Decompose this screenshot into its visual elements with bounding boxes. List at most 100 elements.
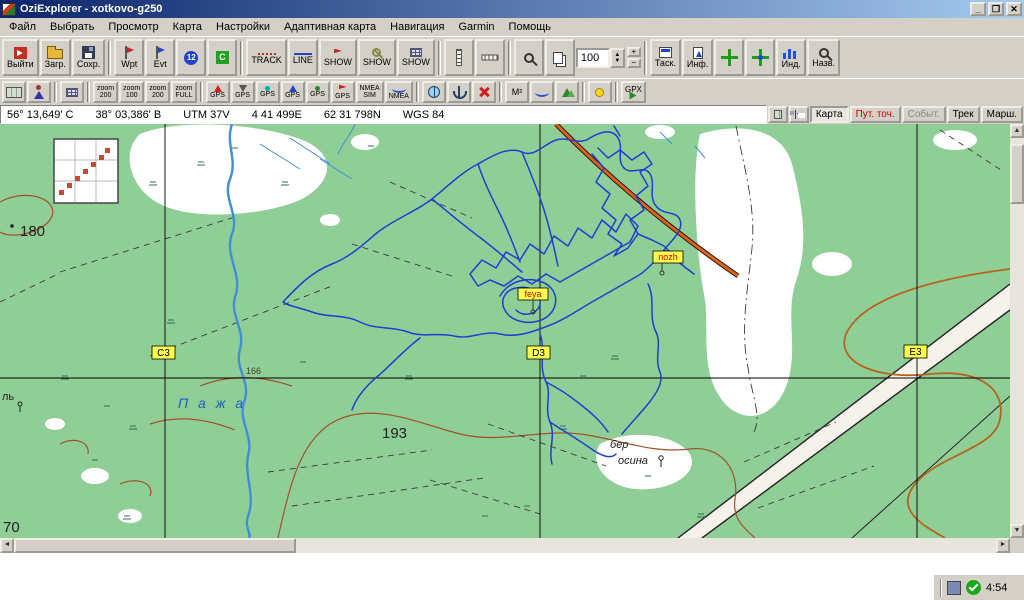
map-tab-button[interactable]: Карта	[810, 106, 849, 123]
comment-button[interactable]: C	[207, 39, 237, 76]
show-waypoints-button[interactable]: SHOW	[319, 39, 357, 76]
tray-app-icon[interactable]	[947, 581, 961, 595]
separator	[87, 82, 90, 102]
zoom-spinner[interactable]: ▲ ▼	[610, 48, 625, 68]
magnify-button[interactable]	[514, 39, 544, 76]
name-search-icon	[819, 48, 829, 58]
waypoint-numbers-button[interactable]: 12	[176, 39, 206, 76]
zoom-200b-button[interactable]: zoom200	[145, 81, 170, 103]
stop-button[interactable]	[472, 81, 496, 103]
map-view[interactable]: C3 D3 E3 feya nozh	[0, 124, 1010, 538]
menu-item-view[interactable]: Просмотр	[101, 19, 165, 35]
save-button[interactable]: Сохр.	[72, 39, 105, 76]
events-tab-button[interactable]: Событ.	[902, 106, 946, 123]
vertical-scrollbar[interactable]: ▲ ▼	[1010, 124, 1024, 538]
floppy-icon	[795, 110, 796, 119]
anchor-button[interactable]	[447, 81, 471, 103]
close-button[interactable]: ✕	[1006, 2, 1022, 16]
info-button[interactable]: Инф.	[682, 39, 713, 76]
horizontal-scroll-track[interactable]	[296, 538, 996, 553]
wave-icon	[535, 88, 549, 97]
position-button[interactable]	[27, 81, 51, 103]
profile-button[interactable]	[530, 81, 554, 103]
track-control-button[interactable]: TRACK	[246, 39, 287, 76]
names-button[interactable]: Назв.	[807, 39, 840, 76]
menu-item-settings[interactable]: Настройки	[209, 19, 277, 35]
nmea-button[interactable]: NMEA	[385, 81, 413, 103]
zoom-out-button[interactable]: −	[627, 58, 641, 68]
overview-inset[interactable]	[54, 139, 118, 203]
map-view-button[interactable]	[2, 81, 26, 103]
horizontal-scrollbar[interactable]: ◄ ►	[0, 538, 1010, 553]
scroll-left-button[interactable]: ◄	[0, 538, 14, 553]
nmea-sim-button[interactable]: NMEASIM	[356, 81, 384, 103]
antivirus-check-icon[interactable]	[966, 580, 981, 595]
pan-center-button[interactable]	[745, 39, 775, 76]
zoom-full-button[interactable]: zoomFULL	[171, 81, 196, 103]
waypoint-label: nozh	[658, 252, 678, 262]
gps-track-button[interactable]: GPS	[256, 81, 280, 103]
calculator-button[interactable]	[60, 81, 84, 103]
waypoints-tab-button[interactable]: Пут. точ.	[850, 106, 901, 123]
show-flag-icon	[334, 49, 342, 57]
load-button[interactable]: Загр.	[40, 39, 71, 76]
coordinate-bar: 56° 13,649' С 38° 03,386' В UTM 37V 4 41…	[0, 105, 1024, 124]
tracks-tab-button[interactable]: Трек	[947, 106, 980, 123]
globe-button[interactable]	[422, 81, 446, 103]
minimize-button[interactable]: _	[970, 2, 986, 16]
small-flag-icon	[339, 85, 347, 93]
menu-item-file[interactable]: Файл	[2, 19, 43, 35]
menu-item-garmin[interactable]: Garmin	[451, 19, 501, 35]
menu-item-map[interactable]: Карта	[166, 19, 209, 35]
horizontal-scroll-thumb[interactable]	[14, 538, 296, 553]
app-icon[interactable]	[2, 3, 16, 16]
exit-icon	[14, 47, 27, 59]
menu-item-help[interactable]: Помощь	[502, 19, 559, 35]
gps-route-button[interactable]: GPS	[281, 81, 305, 103]
scroll-down-button[interactable]: ▼	[1010, 524, 1024, 538]
show-names-button[interactable]: SHOW	[358, 39, 396, 76]
ruler-horizontal-button[interactable]	[475, 39, 505, 76]
map-list-icon-button[interactable]	[768, 106, 788, 123]
routes-tab-button[interactable]: Марш.	[981, 106, 1023, 123]
grid-label-c3: C3	[157, 348, 170, 359]
area-measure-button[interactable]: M²	[505, 81, 529, 103]
hint-button[interactable]	[588, 81, 612, 103]
scroll-up-button[interactable]: ▲	[1010, 124, 1024, 138]
gps-upload-button[interactable]: GPS	[206, 81, 230, 103]
zoom-value[interactable]: 100	[576, 48, 610, 68]
vertical-scroll-thumb[interactable]	[1010, 144, 1024, 204]
task-button[interactable]: Таск.	[650, 39, 681, 76]
zoom-combo[interactable]: 100 ▲ ▼	[576, 48, 625, 68]
zoom-200-button[interactable]: zoom200	[93, 81, 118, 103]
indicator-button[interactable]: Инд.	[776, 39, 806, 76]
screen: OziExplorer - xotkovo-g250 _ ❐ ✕ Файл Вы…	[0, 0, 1024, 600]
scroll-right-button[interactable]: ►	[996, 538, 1010, 553]
no-circle-icon	[372, 48, 381, 57]
menu-item-navigation[interactable]: Навигация	[383, 19, 451, 35]
track-line-button[interactable]: LINE	[288, 39, 318, 76]
gps-moving-map-button[interactable]: GPS	[306, 81, 330, 103]
zoom-in-button[interactable]: +	[627, 47, 641, 57]
exit-button[interactable]: Выйти	[2, 39, 39, 76]
show-grid-button[interactable]: SHOW	[397, 39, 435, 76]
zoom-100-button[interactable]: zoom100	[119, 81, 144, 103]
gpx-button[interactable]: GPX	[621, 81, 646, 103]
river-name-label: П а ж а	[178, 395, 246, 411]
system-tray: 4:54	[934, 574, 1024, 600]
menu-item-adaptive-map[interactable]: Адаптивная карта	[277, 19, 383, 35]
ruler-vertical-button[interactable]	[444, 39, 474, 76]
vegetation-label-1: бер	[610, 439, 628, 451]
elevation-button[interactable]	[555, 81, 579, 103]
gps-download-button[interactable]: GPS	[231, 81, 255, 103]
vertical-scroll-track[interactable]	[1010, 138, 1024, 524]
event-button[interactable]: Evt	[145, 39, 175, 76]
spinner-down-icon[interactable]: ▼	[614, 58, 620, 64]
waypoint-button[interactable]: Wpt	[114, 39, 144, 76]
map-windows-button[interactable]	[545, 39, 575, 76]
save-view-icon-button[interactable]	[789, 106, 809, 123]
maximize-button[interactable]: ❐	[988, 2, 1004, 16]
gps-flag-button[interactable]: GPS	[331, 81, 355, 103]
pan-cross-button[interactable]	[714, 39, 744, 76]
menu-item-select[interactable]: Выбрать	[43, 19, 101, 35]
